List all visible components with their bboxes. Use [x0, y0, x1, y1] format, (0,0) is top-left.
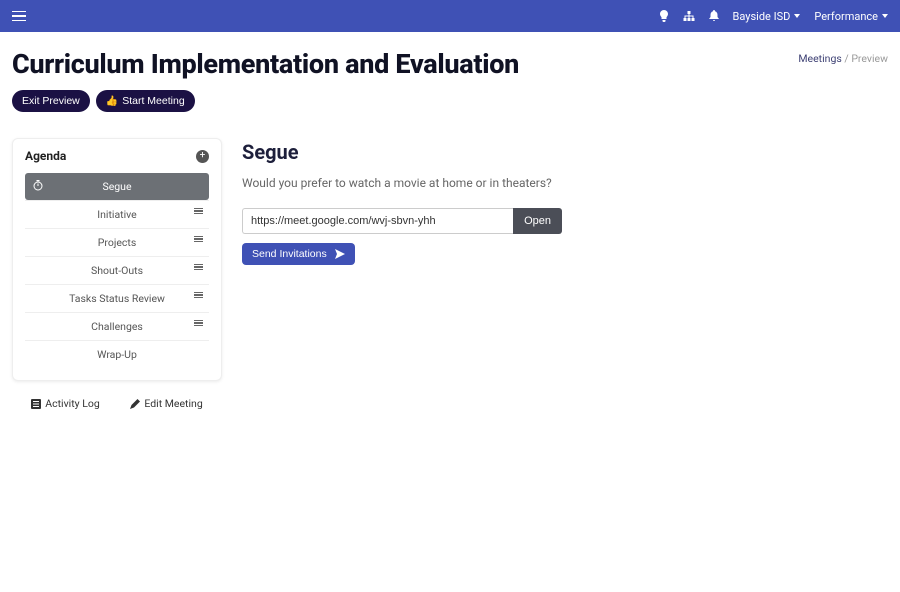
list-icon [31, 399, 41, 409]
drag-handle-icon[interactable] [194, 292, 203, 298]
menu-icon[interactable] [12, 11, 26, 22]
main-panel: Segue Would you prefer to watch a movie … [242, 138, 888, 414]
activity-log-link[interactable]: Activity Log [31, 397, 100, 410]
agenda-item-projects[interactable]: Projects [25, 228, 209, 256]
drag-handle-icon[interactable] [194, 320, 203, 326]
chevron-down-icon [882, 14, 888, 18]
drag-handle-icon[interactable] [194, 208, 203, 214]
agenda-item-initiative[interactable]: Initiative [25, 200, 209, 228]
exit-preview-button[interactable]: Exit Preview [12, 90, 90, 112]
agenda-list: Segue Initiative Projects Shout-Outs Tas… [13, 171, 221, 380]
start-meeting-button[interactable]: 👍 Start Meeting [96, 90, 195, 112]
breadcrumb: Meetings / Preview [798, 42, 888, 65]
content: Agenda + Segue Initiative Projects [0, 122, 900, 430]
agenda-title: Agenda [25, 149, 66, 163]
pencil-icon [130, 399, 140, 409]
header-area: Curriculum Implementation and Evaluation… [0, 32, 900, 90]
meeting-url-input[interactable] [242, 208, 513, 234]
bell-icon[interactable] [709, 10, 719, 22]
drag-handle-icon[interactable] [194, 264, 203, 270]
chevron-down-icon [794, 14, 800, 18]
drag-handle-icon[interactable] [194, 236, 203, 242]
topbar: Bayside ISD Performance [0, 0, 900, 32]
agenda-header: Agenda + [13, 139, 221, 171]
org-label: Bayside ISD [733, 10, 791, 23]
nav-label: Performance [814, 10, 878, 23]
send-icon [335, 249, 345, 259]
agenda-item-tasks-status[interactable]: Tasks Status Review [25, 284, 209, 312]
sidebar-wrap: Agenda + Segue Initiative Projects [12, 138, 222, 414]
breadcrumb-current: Preview [851, 52, 888, 65]
action-buttons: Exit Preview 👍 Start Meeting [0, 90, 900, 122]
stopwatch-icon [33, 180, 43, 191]
nav-dropdown[interactable]: Performance [814, 10, 888, 23]
section-question: Would you prefer to watch a movie at hom… [242, 176, 888, 190]
agenda-item-segue[interactable]: Segue [25, 173, 209, 200]
agenda-item-wrapup[interactable]: Wrap-Up [25, 340, 209, 368]
edit-meeting-link[interactable]: Edit Meeting [130, 397, 202, 410]
topbar-right: Bayside ISD Performance [659, 10, 888, 23]
open-button[interactable]: Open [513, 208, 562, 234]
add-agenda-item-button[interactable]: + [196, 150, 209, 163]
sidebar-footer: Activity Log Edit Meeting [12, 381, 222, 414]
lightbulb-icon[interactable] [659, 10, 669, 22]
agenda-item-challenges[interactable]: Challenges [25, 312, 209, 340]
send-invitations-button[interactable]: Send Invitations [242, 243, 355, 265]
org-dropdown[interactable]: Bayside ISD [733, 10, 801, 23]
page-title: Curriculum Implementation and Evaluation [12, 48, 519, 80]
agenda-panel: Agenda + Segue Initiative Projects [12, 138, 222, 381]
breadcrumb-root[interactable]: Meetings [798, 52, 841, 65]
thumbs-up-icon: 👍 [106, 96, 118, 107]
topbar-left [12, 11, 26, 22]
meeting-url-row: Open [242, 208, 562, 234]
section-title: Segue [242, 140, 888, 164]
org-icon[interactable] [683, 11, 695, 22]
agenda-item-shoutouts[interactable]: Shout-Outs [25, 256, 209, 284]
